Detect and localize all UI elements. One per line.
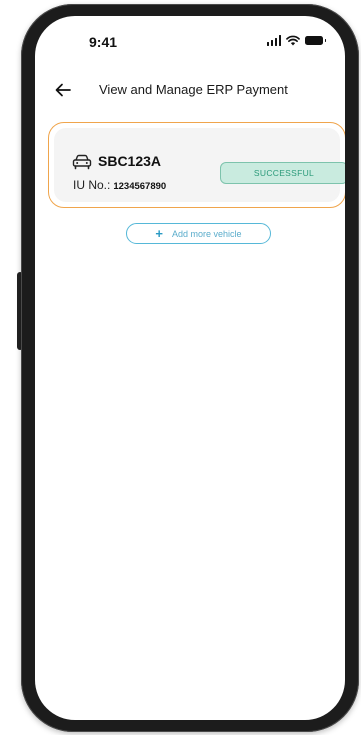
battery-icon [305,36,326,45]
status-icons [266,35,326,46]
plus-icon: + [155,226,164,241]
add-vehicle-label: Add more vehicle [172,228,242,239]
car-icon [72,154,92,170]
cellular-signal-icon [266,35,281,46]
status-badge: SUCCESSFUL [220,162,345,184]
page-title: View and Manage ERP Payment [99,82,288,97]
header: View and Manage ERP Payment [35,76,345,106]
canvas: 9:41 View and Manage ERP Payment SBC123A… [0,0,361,735]
iu-number: 1234567890 [113,181,167,192]
add-vehicle-button[interactable]: + Add more vehicle [126,223,271,244]
vehicle-card[interactable]: SBC123A IU No.: 1234567890 SUCCESSFUL [48,122,345,208]
phone-screen: 9:41 View and Manage ERP Payment SBC123A… [35,16,345,720]
iu-number-row: IU No.: 1234567890 [73,178,166,192]
wifi-icon [286,35,300,46]
status-time: 9:41 [89,34,118,50]
back-arrow-icon[interactable] [51,78,75,102]
vehicle-card-body: SBC123A IU No.: 1234567890 SUCCESSFUL [54,128,345,202]
plate-number: SBC123A [98,153,162,169]
iu-label: IU No.: [73,178,111,192]
